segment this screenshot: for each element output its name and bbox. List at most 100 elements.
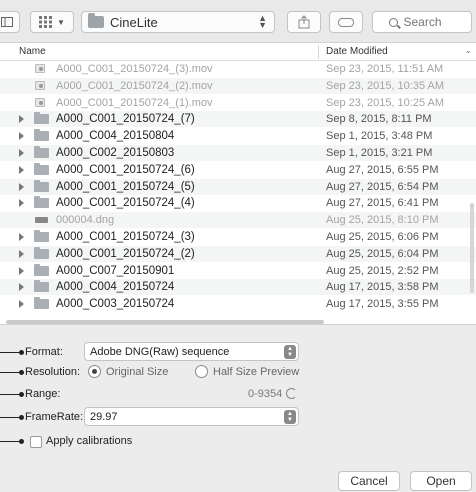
disclosure-triangle-icon[interactable] [19, 182, 24, 191]
framerate-select[interactable]: 29.97 ▲ ▼ [84, 407, 299, 426]
file-name: A000_C003_20150724 [56, 298, 175, 311]
updown-arrows-icon: ▲ ▼ [284, 410, 296, 424]
format-select[interactable]: Adobe DNG(Raw) sequence ▲ ▼ [84, 342, 299, 361]
share-button[interactable] [287, 11, 321, 33]
file-name: A000_C004_20150804 [56, 130, 175, 143]
horizontal-scrollbar[interactable] [6, 320, 324, 324]
file-row[interactable]: 000004.dng Aug 25, 2015, 8:10 PM [0, 212, 476, 229]
search-icon [388, 17, 398, 27]
folder-row[interactable]: A000_C004_20150724 Aug 17, 2015, 3:58 PM [0, 279, 476, 296]
file-name: A000_C001_20150724_(5) [56, 180, 195, 193]
updown-arrows-icon: ▲ ▼ [258, 13, 267, 30]
callout-line [0, 350, 24, 355]
resolution-half-radio[interactable] [195, 365, 208, 378]
disclosure-triangle-icon[interactable] [19, 199, 24, 208]
folder-row[interactable]: A000_C001_20150724_(2) Aug 25, 2015, 6:04… [0, 245, 476, 262]
folder-row[interactable]: A000_C001_20150724_(3) Aug 25, 2015, 6:06… [0, 229, 476, 245]
column-name[interactable]: Name [19, 46, 46, 57]
search-input[interactable] [403, 15, 456, 29]
file-name: A000_C001_20150724_(2) [56, 247, 195, 260]
view-options-button[interactable]: ▼ [30, 11, 74, 33]
folder-row[interactable]: A000_C001_20150724_(4) Aug 27, 2015, 6:41… [0, 195, 476, 211]
callout-line [0, 415, 24, 420]
apply-calibrations-label: Apply calibrations [46, 435, 133, 447]
date-modified: Aug 17, 2015, 3:58 PM [326, 281, 439, 294]
image-file-icon [35, 217, 48, 224]
date-modified: Sep 23, 2015, 10:35 AM [326, 79, 445, 92]
cancel-button[interactable]: Cancel [338, 471, 400, 491]
search-field[interactable] [372, 11, 472, 33]
column-date-modified[interactable]: Date Modified [326, 46, 388, 57]
tag-button[interactable] [329, 11, 363, 33]
date-modified: Aug 25, 2015, 2:52 PM [326, 264, 439, 277]
folder-icon [34, 146, 49, 158]
folder-row[interactable]: A000_C001_20150724_(5) Aug 27, 2015, 6:54… [0, 178, 476, 195]
folder-icon [34, 162, 49, 175]
folder-icon [34, 112, 49, 125]
date-modified: Aug 27, 2015, 6:41 PM [326, 197, 439, 210]
file-browser: Name Date Modified ⌄ A000_C001_20150724_… [0, 42, 476, 325]
date-modified: Sep 1, 2015, 3:21 PM [326, 147, 433, 159]
apply-calibrations-checkbox[interactable] [30, 436, 42, 448]
folder-icon [34, 263, 49, 276]
file-row[interactable]: A000_C001_20150724_(1).mov Sep 23, 2015, … [0, 95, 476, 111]
open-button[interactable]: Open [410, 471, 472, 491]
folder-row[interactable]: A000_C001_20150724_(6) Aug 27, 2015, 6:55… [0, 162, 476, 178]
vertical-scrollbar[interactable] [470, 203, 474, 293]
toolbar: ▼ CineLite ▲ ▼ [0, 0, 476, 42]
disclosure-triangle-icon[interactable] [19, 115, 24, 124]
folder-icon [88, 13, 104, 28]
date-modified: Aug 25, 2015, 6:04 PM [326, 247, 439, 260]
folder-row[interactable]: A000_C007_20150901 Aug 25, 2015, 2:52 PM [0, 263, 476, 279]
range-label: Range: [25, 388, 61, 400]
location-label: CineLite [110, 14, 158, 30]
disclosure-triangle-icon[interactable] [19, 283, 24, 292]
date-modified: Aug 17, 2015, 3:55 PM [326, 298, 439, 311]
date-modified: Sep 23, 2015, 10:25 AM [326, 96, 445, 109]
framerate-label: FrameRate: [25, 411, 84, 423]
range-value: 0-9354 [248, 388, 283, 400]
resolution-original-radio[interactable] [88, 365, 101, 378]
disclosure-triangle-icon[interactable] [19, 149, 24, 157]
resolution-half-label: Half Size Preview [213, 366, 300, 378]
folder-icon [34, 179, 49, 192]
disclosure-triangle-icon[interactable] [19, 300, 24, 309]
movie-file-icon [35, 80, 45, 90]
file-name: 000004.dng [56, 214, 115, 227]
file-row[interactable]: A000_C001_20150724_(3).mov Sep 23, 2015, … [0, 61, 476, 77]
format-label: Format: [25, 346, 63, 358]
file-name: A000_C004_20150724 [56, 281, 175, 294]
framerate-value: 29.97 [90, 411, 118, 423]
folder-row[interactable]: A000_C002_20150803 Sep 1, 2015, 3:21 PM [0, 145, 476, 161]
refresh-icon[interactable] [286, 388, 297, 399]
column-divider[interactable] [318, 45, 319, 59]
folder-row[interactable]: A000_C001_20150724_(7) Sep 8, 2015, 8:11 … [0, 111, 476, 128]
folder-icon [34, 196, 49, 209]
sidebar-toggle-button[interactable] [0, 11, 20, 33]
date-modified: Aug 25, 2015, 8:10 PM [326, 214, 439, 227]
date-modified: Aug 27, 2015, 6:54 PM [326, 180, 439, 193]
disclosure-triangle-icon[interactable] [19, 249, 24, 258]
date-modified: Aug 25, 2015, 6:06 PM [326, 231, 439, 243]
folder-row[interactable]: A000_C004_20150804 Sep 1, 2015, 3:48 PM [0, 128, 476, 144]
folder-row[interactable]: A000_C003_20150724 Aug 17, 2015, 3:55 PM [0, 296, 476, 312]
file-name: A000_C001_20150724_(7) [56, 113, 195, 126]
folder-icon [34, 230, 49, 242]
disclosure-triangle-icon[interactable] [19, 132, 24, 141]
resolution-original-label: Original Size [106, 366, 169, 378]
column-header: Name Date Modified ⌄ [0, 43, 476, 61]
location-select[interactable]: CineLite ▲ ▼ [81, 11, 275, 33]
folder-icon [34, 246, 49, 259]
disclosure-triangle-icon[interactable] [19, 233, 24, 241]
disclosure-triangle-icon[interactable] [19, 165, 24, 174]
disclosure-triangle-icon[interactable] [19, 266, 24, 275]
file-name: A000_C001_20150724_(3).mov [56, 63, 213, 75]
date-modified: Sep 23, 2015, 11:51 AM [326, 63, 444, 75]
file-name: A000_C001_20150724_(6) [56, 163, 195, 176]
file-name: A000_C001_20150724_(3) [56, 231, 195, 243]
file-name: A000_C002_20150803 [56, 147, 175, 159]
sort-chevron-icon: ⌄ [465, 46, 472, 55]
sidebar-icon [1, 17, 13, 27]
chevron-down-icon: ▼ [57, 17, 65, 27]
file-row[interactable]: A000_C001_20150724_(2).mov Sep 23, 2015, … [0, 77, 476, 94]
